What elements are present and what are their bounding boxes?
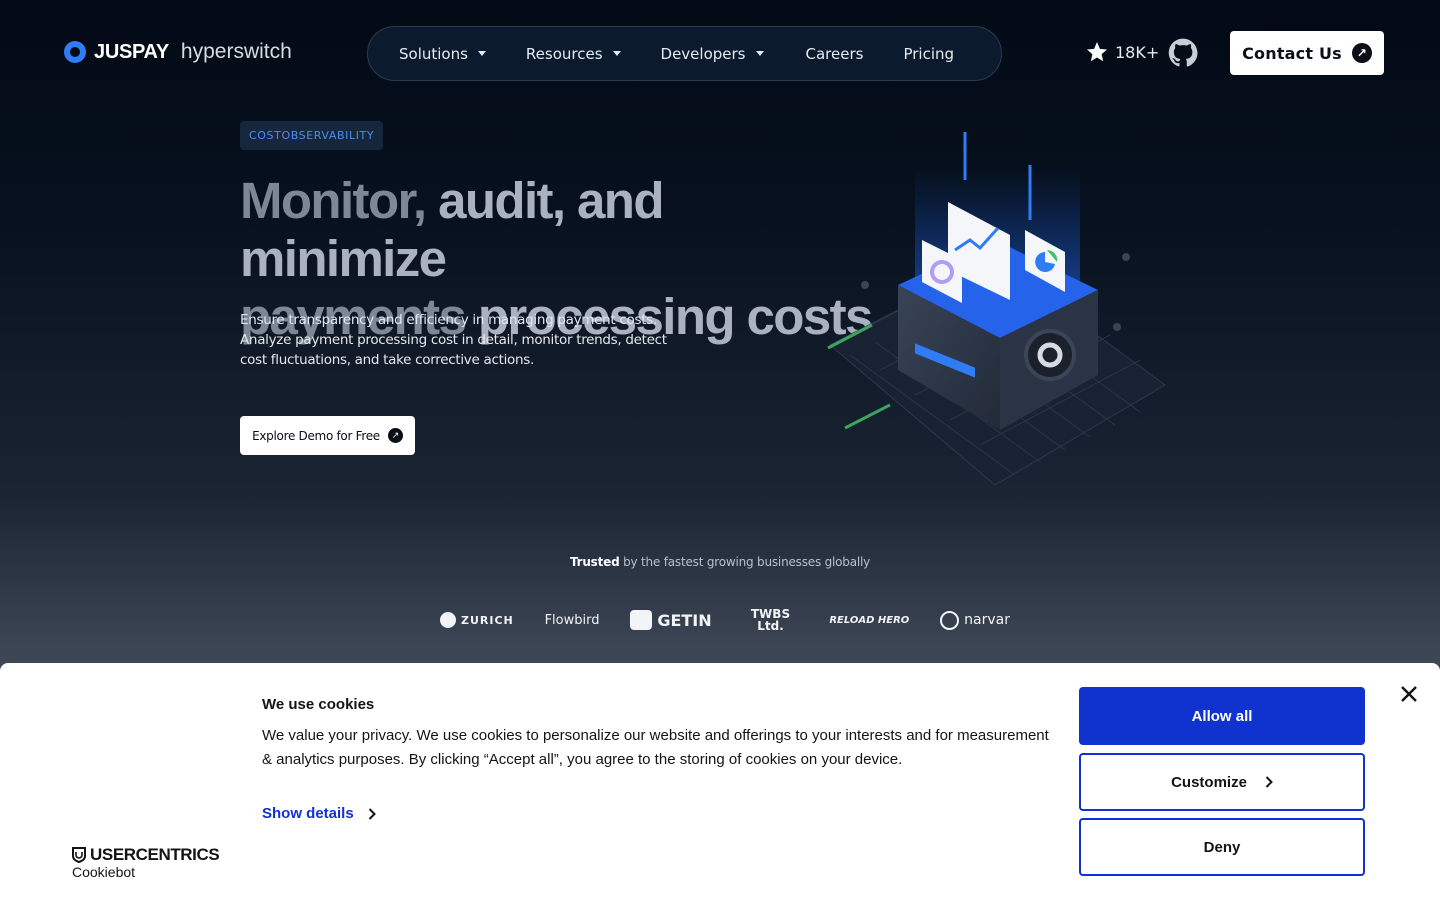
main-nav: Solutions Resources Developers Careers P… [367,26,1002,81]
cookie-banner: We use cookies We value your privacy. We… [0,663,1440,900]
usercentrics-logo: USERCENTRICS Cookiebot [72,845,220,880]
nav-pricing[interactable]: Pricing [903,45,954,63]
nav-resources[interactable]: Resources [526,45,621,63]
arrow-up-right-icon: ↗ [387,428,403,443]
trusted-rest: by the fastest growing businesses global… [623,555,871,569]
allow-all-button[interactable]: Allow all [1079,687,1365,745]
contact-us-label: Contact Us [1242,43,1342,63]
star-icon [1087,42,1107,62]
usercentrics-text: USERCENTRICS [90,845,220,864]
nav-developers[interactable]: Developers [661,45,764,63]
explore-demo-button[interactable]: Explore Demo for Free ↗ [240,416,415,455]
brand-name: Flowbird [544,612,600,628]
getin-icon [630,610,653,630]
customize-button[interactable]: Customize [1079,753,1365,811]
nav-pricing-label: Pricing [903,44,955,63]
show-details-label: Show details [262,805,354,822]
arrow-up-right-icon: ↗ [1351,43,1372,63]
trusted-bold: Trusted [569,555,620,569]
brand-logo[interactable]: JUSPAY hyperswitch [64,40,292,64]
brand-name: GETIN [657,610,712,630]
deny-button[interactable]: Deny [1079,818,1365,876]
nav-resources-label: Resources [525,44,603,63]
brand-logo-twbs: TWBS Ltd. [742,608,798,632]
brand-logo-narvar: narvar [940,610,1010,630]
shield-icon [72,847,86,863]
nav-developers-label: Developers [660,44,746,63]
category-tag: COSTOBSERVABILITY [240,121,384,150]
brand-name: RELOAD HERO [829,614,910,626]
github-stars-count: 18K+ [1115,42,1160,62]
brand-name: TWBS Ltd. [750,607,791,633]
hero-description: Ensure transparency and efficiency in ma… [240,312,667,368]
zurich-icon [440,612,456,628]
brand-name: narvar [964,612,1010,628]
nav-careers-label: Careers [805,44,864,63]
narvar-icon [940,610,960,630]
customize-label: Customize [1171,773,1247,791]
github-icon[interactable] [1168,38,1198,68]
chevron-right-icon [1265,776,1273,788]
chevron-right-icon [368,807,376,820]
close-icon[interactable] [1398,683,1420,705]
brand-name: ZURICH [461,613,514,627]
cookie-title: We use cookies [262,696,375,713]
brand-logo-zurich: ZURICH [440,612,514,628]
customer-logos: ZURICH Flowbird GETIN TWBS Ltd. RELOAD H… [440,605,1010,635]
brand-logo-flowbird: Flowbird [545,613,600,628]
logo-primary-text: JUSPAY [94,40,169,63]
cookiebot-text: Cookiebot [72,864,136,880]
chevron-down-icon [755,51,764,56]
nav-careers[interactable]: Careers [806,45,864,63]
brand-logo-reloadhero: RELOAD HERO [829,615,909,626]
juspay-logo-icon [64,41,86,63]
hero-title-part: Monitor, [240,172,427,229]
logo-secondary-text: hyperswitch [180,40,292,63]
github-stars[interactable]: 18K+ [1085,40,1159,64]
nav-solutions-label: Solutions [399,44,468,63]
contact-us-button[interactable]: Contact Us ↗ [1230,31,1384,75]
chevron-down-icon [612,51,621,56]
explore-demo-label: Explore Demo for Free [252,428,380,443]
trusted-caption: Trusted by the fastest growing businesse… [0,555,1440,569]
show-details-link[interactable]: Show details [262,805,376,822]
chevron-down-icon [477,51,486,56]
nav-solutions[interactable]: Solutions [399,45,486,63]
brand-logo-getin: GETIN [630,610,712,630]
cost-observability-illustration [827,132,1166,486]
cookie-text: We value your privacy. We use cookies to… [262,727,1049,768]
